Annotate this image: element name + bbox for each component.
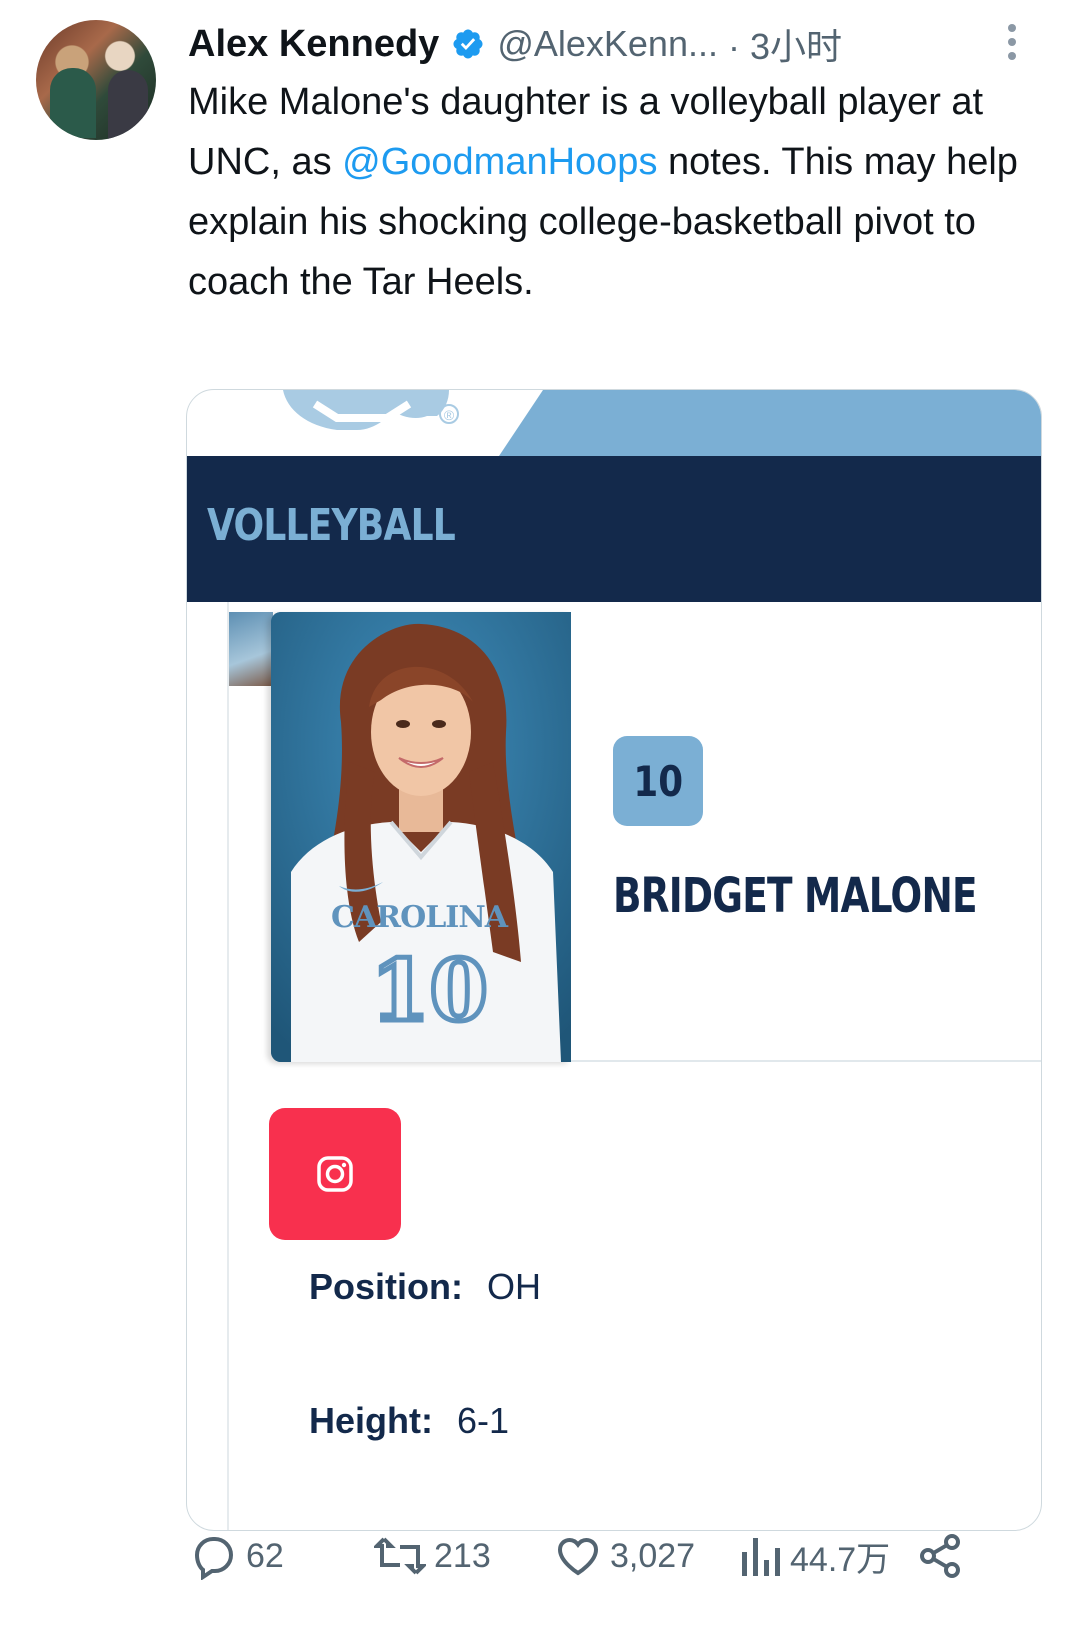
position-label: Position: xyxy=(309,1266,463,1307)
logo-stripe: ® xyxy=(283,390,1041,456)
like-button[interactable]: 3,027 xyxy=(554,1526,695,1586)
like-count: 3,027 xyxy=(610,1536,696,1575)
tweet-time[interactable]: · 3小时 xyxy=(728,18,842,70)
views-count: 44.7万 xyxy=(790,1540,891,1579)
registered-mark: ® xyxy=(444,407,455,423)
avatar[interactable] xyxy=(36,20,156,140)
share-button[interactable] xyxy=(916,1526,964,1586)
player-info-box xyxy=(571,612,1041,1062)
author-handle[interactable]: @AlexKenn... xyxy=(497,23,718,65)
player-number: 10 xyxy=(633,756,683,806)
reply-icon xyxy=(194,1537,234,1580)
media-card[interactable]: ® VOLLEYBALL CAROLINA 10 10 BRIDGET MALO… xyxy=(186,389,1042,1531)
share-icon xyxy=(920,1534,960,1578)
mention-link[interactable]: @GoodmanHoops xyxy=(342,141,657,183)
position-row: Position: OH xyxy=(309,1266,541,1308)
position-value: OH xyxy=(486,1266,541,1307)
height-row: Height: 6-1 xyxy=(309,1400,509,1442)
retweet-icon xyxy=(374,1537,426,1575)
views-button[interactable]: 44.7万 xyxy=(738,1526,890,1586)
retweet-button[interactable]: 213 xyxy=(374,1526,491,1586)
instagram-button[interactable] xyxy=(269,1108,401,1240)
tweet-header: Alex Kennedy @AlexKenn... · 3小时 xyxy=(188,18,842,70)
retweet-count: 213 xyxy=(434,1536,491,1575)
player-photo-graphic: CAROLINA 10 xyxy=(271,612,571,1062)
divider-line xyxy=(227,602,229,1530)
tweet-actions: 62 213 3,027 44.7万 xyxy=(0,1526,1080,1586)
jersey-number: 10 xyxy=(371,941,488,1040)
section-title: VOLLEYBALL xyxy=(207,500,456,551)
player-name: BRIDGET MALONE xyxy=(613,868,978,924)
avatar-figure-right xyxy=(108,70,148,140)
instagram-icon xyxy=(317,1156,353,1192)
avatar-figure-left xyxy=(50,68,96,138)
verified-icon xyxy=(453,29,483,59)
tweet-text: Mike Malone's daughter is a volleyball p… xyxy=(188,72,1048,312)
height-value: 6-1 xyxy=(456,1400,510,1441)
previous-thumbnail xyxy=(229,612,273,686)
like-icon xyxy=(557,1537,599,1576)
height-label: Height: xyxy=(309,1400,433,1441)
reply-count: 62 xyxy=(246,1536,284,1575)
player-photo: CAROLINA 10 xyxy=(271,612,571,1062)
jersey-text: CAROLINA xyxy=(331,900,509,935)
views-icon xyxy=(742,1538,780,1576)
player-number-badge: 10 xyxy=(613,736,703,826)
reply-button[interactable]: 62 xyxy=(190,1526,284,1586)
author-name[interactable]: Alex Kennedy xyxy=(188,23,439,66)
more-icon[interactable] xyxy=(1004,22,1020,62)
